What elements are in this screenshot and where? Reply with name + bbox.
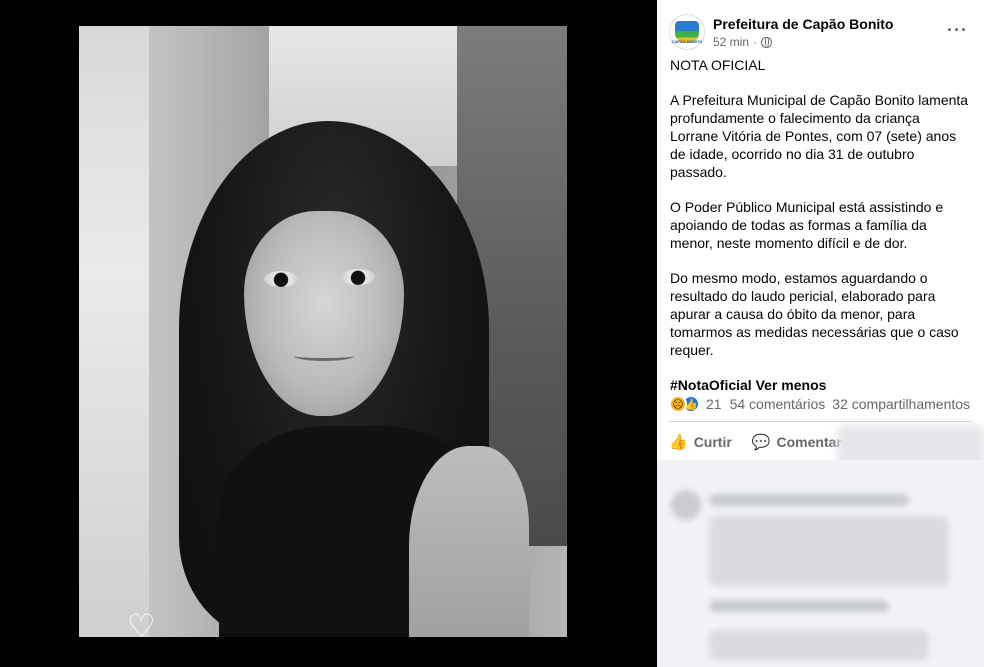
shares-count-link[interactable]: 32 compartilhamentos (832, 396, 970, 412)
post-paragraph: O Poder Público Municipal está assistind… (670, 199, 944, 251)
photo-subject-arm (409, 446, 529, 637)
post-paragraph: A Prefeitura Municipal de Capão Bonito l… (670, 92, 969, 180)
globe-icon[interactable] (761, 36, 773, 48)
meta-separator: · (753, 35, 758, 49)
blurred-comment (709, 600, 889, 612)
heart-outline-icon: ♡ (127, 607, 156, 637)
blurred-comment (709, 630, 929, 660)
post-header: CAPÃO BONITO Prefeitura de Capão Bonito … (669, 14, 972, 54)
comment-bubble-icon: 💬 (751, 433, 771, 451)
post-photo[interactable]: ♡ (79, 26, 567, 637)
see-less-link[interactable]: Ver menos (756, 377, 827, 393)
thumbs-up-icon: 👍 (669, 433, 688, 451)
photo-subject-mouth (294, 351, 354, 361)
blurred-comment (709, 494, 909, 506)
post-text: NOTA OFICIAL A Prefeitura Municipal de C… (670, 56, 970, 411)
comments-count-link[interactable]: 54 comentários (730, 396, 826, 412)
avatar-label: CAPÃO BONITO (671, 39, 703, 44)
reaction-count[interactable]: 21 (706, 396, 722, 412)
post-panel: CAPÃO BONITO Prefeitura de Capão Bonito … (657, 0, 984, 667)
post-paragraph: NOTA OFICIAL (670, 57, 766, 73)
like-button-label: Curtir (693, 434, 732, 450)
blurred-comment (709, 516, 949, 586)
hashtag-link[interactable]: #NotaOficial (670, 377, 752, 393)
comment-button-label: Comentar (776, 434, 842, 450)
sad-reaction-icon[interactable]: ☹ (669, 395, 687, 413)
actions-divider (669, 421, 972, 422)
comment-button[interactable]: 💬 Comentar (752, 430, 842, 454)
post-tags: #NotaOficial Ver menos (670, 376, 970, 394)
like-button[interactable]: 👍 Curtir (669, 430, 732, 454)
more-options-icon[interactable]: ··· (947, 20, 968, 41)
blurred-comments-area (657, 460, 984, 667)
photo-subject-eye-right (341, 269, 375, 285)
post-time[interactable]: 52 min (713, 35, 749, 49)
post-stats: ☹ 👍 21 54 comentários 32 compartilhament… (669, 394, 974, 414)
page-avatar[interactable]: CAPÃO BONITO (669, 14, 705, 50)
page-name-link[interactable]: Prefeitura de Capão Bonito (713, 16, 893, 32)
photo-subject-eye-left (264, 271, 298, 287)
photo-viewer: ♡ (0, 0, 657, 667)
blurred-avatar (671, 490, 701, 520)
photo-background-shelf (79, 26, 149, 637)
post-paragraph: Do mesmo modo, estamos aguardando o resu… (670, 270, 959, 358)
post-meta: 52 min · (713, 35, 773, 49)
